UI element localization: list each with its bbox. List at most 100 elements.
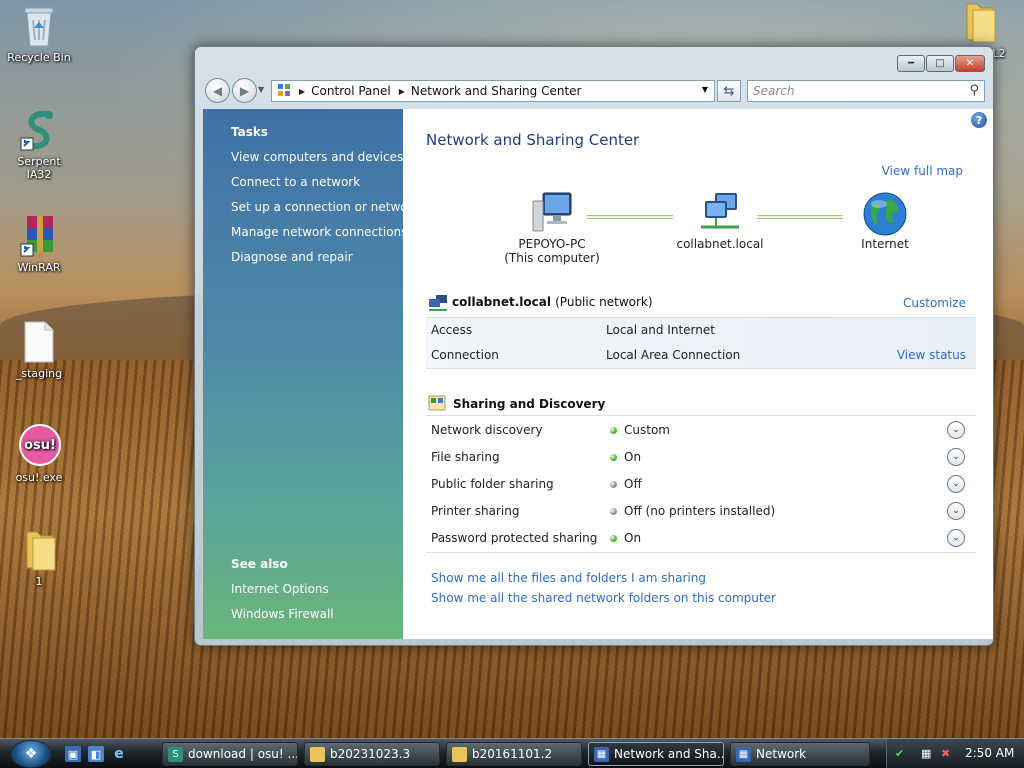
status-dot-icon [610,427,617,434]
desktop-icon-staging[interactable]: _staging [4,320,74,380]
map-node-network[interactable]: collabnet.local [665,191,775,251]
forward-arrow-icon: ▶ [239,83,250,98]
task-setup-connection[interactable]: Set up a connection or network [231,200,419,214]
expand-chevron-icon[interactable]: ⌄ [947,421,965,439]
breadcrumb-network-sharing-center[interactable]: Network and Sharing Center [411,84,582,98]
refresh-button[interactable]: ⇆ [717,80,741,102]
back-button[interactable]: ◀ [205,78,230,103]
tasks-heading: Tasks [231,125,269,139]
desktop-icon-label: 1 [35,575,43,588]
status-dot-icon [610,454,617,461]
start-button[interactable]: ❖ [10,740,52,768]
osu-icon-text: osu! [19,424,61,466]
osu-icon: osu! [19,424,61,468]
forward-button[interactable]: ▶ [232,78,257,103]
sharing-discovery-header: Sharing and Discovery [426,394,976,416]
taskbar-button-label: b20231023.3 [330,747,411,761]
switch-windows-icon[interactable]: ◧ [88,746,104,762]
internet-explorer-icon[interactable]: e [111,746,127,762]
task-connect-network[interactable]: Connect to a network [231,175,360,189]
see-also-internet-options[interactable]: Internet Options [231,582,329,596]
network-icon [428,294,448,315]
breadcrumb-separator[interactable]: ▶ [399,87,405,96]
taskbar-button-network[interactable]: ▦ Network [730,742,870,766]
volume-muted-icon[interactable]: ✖ [941,747,950,760]
view-full-map-link[interactable]: View full map [882,164,963,178]
row-key: Public folder sharing [431,477,554,491]
page-title: Network and Sharing Center [426,131,640,149]
network-center-icon: ▦ [594,747,609,762]
taskbar-button-b20161101[interactable]: b20161101.2 [446,742,582,766]
breadcrumb-separator[interactable]: ▶ [299,87,305,96]
customize-link[interactable]: Customize [903,296,966,310]
desktop-icon-recycle-bin[interactable]: Recycle Bin [4,4,74,64]
network-name: collabnet.local (Public network) [452,295,653,309]
row-value: Off [624,477,642,491]
expand-chevron-icon[interactable]: ⌄ [947,448,965,466]
map-node-internet[interactable]: Internet [835,191,935,251]
status-dot-icon [610,508,617,515]
close-button[interactable]: ✕ [955,55,985,72]
map-node-label: Internet [861,237,909,251]
map-node-this-computer[interactable]: PEPOYO-PC (This computer) [497,191,607,265]
network-type: (Public network) [555,295,653,309]
search-icon[interactable]: ⚲ [969,83,979,98]
show-shared-folders-link[interactable]: Show me all the shared network folders o… [431,591,776,605]
refresh-icon: ⇆ [723,83,735,99]
sharing-row-public-folder: Public folder sharing Off ⌄ [426,471,976,498]
network-name-text: collabnet.local [452,295,551,309]
taskbar-button-download-osu[interactable]: S download | osu! ... [162,742,298,766]
taskbar-button-network-sharing[interactable]: ▦ Network and Sha... [588,742,724,766]
desktop-icon-serpent[interactable]: Serpent IA32 [4,108,74,181]
back-arrow-icon: ◀ [212,83,223,98]
task-manage-connections[interactable]: Manage network connections [231,225,407,239]
caption-buttons: ━ □ ✕ [897,55,985,72]
show-shared-files-link[interactable]: Show me all the files and folders I am s… [431,571,706,585]
expand-chevron-icon[interactable]: ⌄ [947,475,965,493]
tasks-pane: Tasks View computers and devices Connect… [203,109,419,639]
map-connection-line [757,215,843,219]
row-value: Off (no printers installed) [624,504,776,518]
status-dot-icon [610,481,617,488]
recent-pages-dropdown[interactable]: ▼ [258,85,264,94]
maximize-button[interactable]: □ [926,55,954,72]
file-icon [19,320,59,364]
folder-icon [19,528,59,572]
search-input[interactable]: Search ⚲ [747,80,985,102]
row-value: On [624,450,642,464]
desktop-icon-osu[interactable]: osu! osu!.exe [4,424,74,484]
minimize-button[interactable]: ━ [897,55,925,72]
sharing-row-password-protected: Password protected sharing On ⌄ [426,525,976,552]
sharing-row-file-sharing: File sharing On ⌄ [426,444,976,471]
task-diagnose-repair[interactable]: Diagnose and repair [231,250,353,264]
see-also-windows-firewall[interactable]: Windows Firewall [231,607,334,621]
taskbar-button-b20231023[interactable]: b20231023.3 [304,742,440,766]
help-icon[interactable]: ? [971,112,987,128]
taskbar: ❖ ▣ ◧ e S download | osu! ... b20231023.… [0,738,1024,768]
expand-chevron-icon[interactable]: ⌄ [947,502,965,520]
clock[interactable]: 2:50 AM [965,746,1014,760]
desktop-icon-winrar[interactable]: WinRAR [4,214,74,274]
network-icon: ▦ [736,747,751,762]
expand-chevron-icon[interactable]: ⌄ [947,529,965,547]
breadcrumb-control-panel[interactable]: Control Panel [311,84,391,98]
desktop-icon-label: WinRAR [17,261,61,274]
address-dropdown[interactable]: ▼ [702,85,708,94]
network-details-table: Access Local and Internet Connection Loc… [426,317,976,369]
network-sharing-center-window[interactable]: ━ □ ✕ ◀ ▶ ▼ ▶ Control Panel ▶ Network an… [194,46,994,646]
desktop-icon-folder-1[interactable]: 1 [4,528,74,588]
sharing-row-printer-sharing: Printer sharing Off (no printers install… [426,498,976,525]
taskbar-button-label: download | osu! ... [188,747,298,761]
row-value: Local and Internet [606,323,715,337]
address-bar[interactable]: ▶ Control Panel ▶ Network and Sharing Ce… [271,80,715,102]
sharing-discovery-icon [428,395,446,414]
show-desktop-icon[interactable]: ▣ [65,746,81,762]
sharing-row-network-discovery: Network discovery Custom ⌄ [426,417,976,444]
network-tray-icon[interactable]: ▦ [921,747,931,760]
security-icon[interactable]: ✔ [895,747,904,760]
row-key: Network discovery [431,423,543,437]
taskbar-button-label: Network [756,747,807,761]
task-view-computers[interactable]: View computers and devices [231,150,403,164]
view-status-link[interactable]: View status [897,348,966,362]
taskbar-button-label: Network and Sha... [614,747,724,761]
